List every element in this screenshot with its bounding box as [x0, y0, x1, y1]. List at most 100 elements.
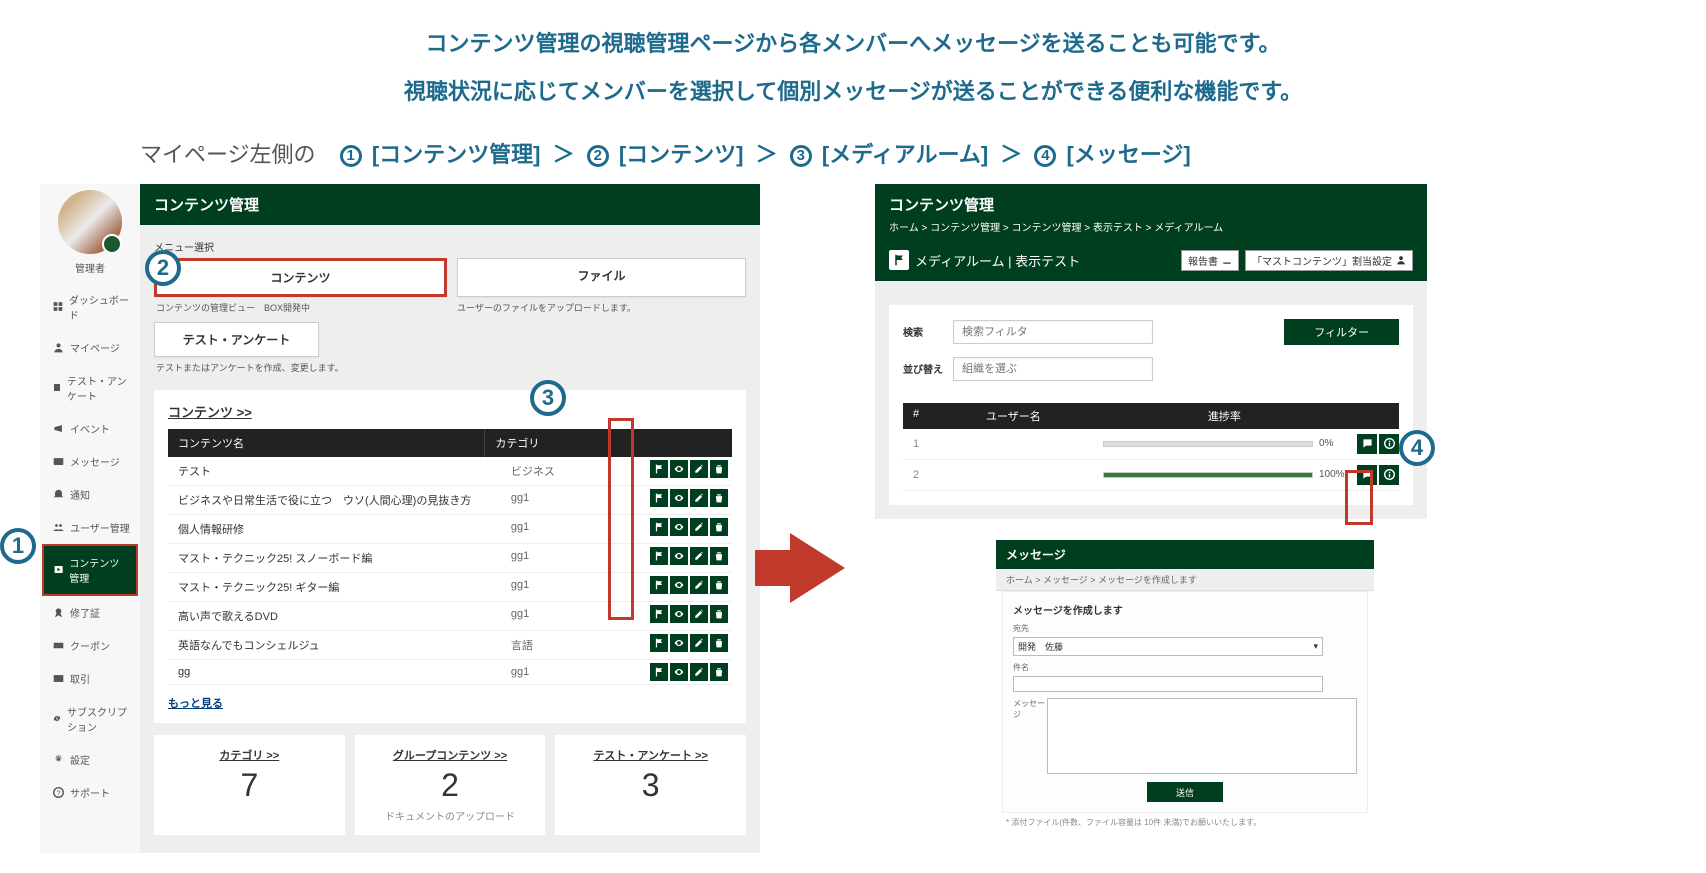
delete-icon[interactable] — [710, 460, 728, 478]
assign-button[interactable]: 「マストコンテンツ」割当設定 — [1245, 250, 1413, 271]
report-button[interactable]: 報告書 — [1181, 250, 1239, 271]
msg-body-textarea[interactable] — [1047, 698, 1357, 774]
menu-file-button[interactable]: ファイル — [457, 258, 746, 297]
info-icon[interactable] — [1379, 465, 1399, 485]
sort-label: 並び替え — [903, 361, 943, 376]
stat-test[interactable]: テスト・アンケート >> 3 — [555, 735, 746, 835]
cell-name[interactable]: gg — [168, 660, 501, 684]
msg-subtitle: メッセージを作成します — [1013, 602, 1357, 617]
view-icon[interactable] — [670, 634, 688, 652]
nav-users[interactable]: ユーザー管理 — [40, 511, 140, 544]
view-icon[interactable] — [670, 605, 688, 623]
table-row: マスト・テクニック25! スノーボード編 gg1 — [168, 544, 732, 573]
message-icon[interactable] — [1357, 465, 1377, 485]
delete-icon[interactable] — [710, 518, 728, 536]
more-link[interactable]: もっと見る — [168, 695, 223, 711]
th-progress: 進捗率 — [1098, 403, 1351, 429]
user-row: 2 100% — [903, 460, 1399, 491]
view-icon[interactable] — [670, 518, 688, 536]
edit-icon[interactable] — [690, 547, 708, 565]
nav-subscription[interactable]: サブスクリプション — [40, 695, 140, 743]
menu-test-button[interactable]: テスト・アンケート — [154, 322, 319, 357]
mediaroom-icon[interactable] — [650, 605, 668, 623]
bc-p3: [メディアルーム] — [822, 142, 988, 167]
nav-cert[interactable]: 修了証 — [40, 596, 140, 629]
view-icon[interactable] — [670, 576, 688, 594]
msg-crumb: ホーム > メッセージ > メッセージを作成します — [996, 569, 1374, 591]
nav-coupon[interactable]: クーポン — [40, 629, 140, 662]
message-icon[interactable] — [1357, 434, 1377, 454]
nav-message[interactable]: メッセージ — [40, 445, 140, 478]
nav-notify[interactable]: 通知 — [40, 478, 140, 511]
edit-icon[interactable] — [690, 576, 708, 594]
cell-name[interactable]: ビジネスや日常生活で役に立つ ウソ(人間心理)の見抜き方 — [168, 486, 501, 514]
search-input[interactable] — [953, 320, 1153, 344]
view-icon[interactable] — [670, 489, 688, 507]
nav-transaction[interactable]: 取引 — [40, 662, 140, 695]
mediaroom-icon[interactable] — [650, 634, 668, 652]
nav-settings[interactable]: 設定 — [40, 743, 140, 776]
bc-p1: [コンテンツ管理] — [372, 142, 541, 167]
menu-contents-button[interactable]: コンテンツ — [154, 258, 447, 297]
progress-pct: 0% — [1319, 438, 1353, 449]
nav-contents[interactable]: コンテンツ管理 — [42, 544, 138, 596]
view-icon[interactable] — [670, 547, 688, 565]
nav-mypage[interactable]: マイページ — [40, 331, 140, 364]
mediaroom-icon[interactable] — [650, 547, 668, 565]
menu-test-cap: テストまたはアンケートを作成、変更します。 — [154, 359, 746, 380]
role-label: 管理者 — [40, 260, 140, 275]
delete-icon[interactable] — [710, 605, 728, 623]
media-room-title: メディアルーム | 表示テスト — [889, 250, 1080, 270]
edit-icon[interactable] — [690, 460, 708, 478]
edit-icon[interactable] — [690, 489, 708, 507]
mediaroom-icon[interactable] — [650, 489, 668, 507]
cell-name[interactable]: 個人情報研修 — [168, 515, 501, 543]
nav-dashboard[interactable]: ダッシュボード — [40, 283, 140, 331]
cell-category: 言語 — [501, 631, 646, 659]
mediaroom-icon[interactable] — [650, 460, 668, 478]
intro-line-1: コンテンツ管理の視聴管理ページから各メンバーへメッセージを送ることも可能です。 — [40, 20, 1666, 68]
menu-file-cap: ユーザーのファイルをアップロードします。 — [455, 299, 746, 320]
filter-button[interactable]: フィルター — [1284, 319, 1399, 345]
cell-name[interactable]: 高い声で歌えるDVD — [168, 602, 501, 630]
table-row: マスト・テクニック25! ギター編 gg1 — [168, 573, 732, 602]
delete-icon[interactable] — [710, 634, 728, 652]
cell-name[interactable]: テスト — [168, 457, 501, 485]
msg-subject-input[interactable] — [1013, 676, 1323, 692]
callout-4: 4 — [1399, 430, 1435, 466]
msg-to-select[interactable]: 開発 佐藤▾ — [1013, 637, 1323, 656]
nav-test[interactable]: テスト・アンケート — [40, 364, 140, 412]
table-row: ビジネスや日常生活で役に立つ ウソ(人間心理)の見抜き方 gg1 — [168, 486, 732, 515]
delete-icon[interactable] — [710, 547, 728, 565]
edit-icon[interactable] — [690, 605, 708, 623]
nav-support[interactable]: ?サポート — [40, 776, 140, 809]
view-icon[interactable] — [670, 663, 688, 681]
cell-name[interactable]: マスト・テクニック25! スノーボード編 — [168, 544, 501, 572]
stat-category[interactable]: カテゴリ >> 7 — [154, 735, 345, 835]
delete-icon[interactable] — [710, 489, 728, 507]
avatar[interactable] — [58, 190, 122, 254]
view-icon[interactable] — [670, 460, 688, 478]
sort-select[interactable] — [953, 357, 1153, 381]
mediaroom-icon[interactable] — [650, 663, 668, 681]
msg-body-label: メッセージ — [1013, 698, 1047, 774]
nav-event[interactable]: イベント — [40, 412, 140, 445]
delete-icon[interactable] — [710, 576, 728, 594]
stat-group[interactable]: グループコンテンツ >> 2 ドキュメントのアップロード — [355, 735, 546, 835]
edit-icon[interactable] — [690, 663, 708, 681]
section-contents-title[interactable]: コンテンツ >> — [168, 402, 732, 421]
search-label: 検索 — [903, 324, 943, 339]
mediaroom-icon[interactable] — [650, 576, 668, 594]
cell-name[interactable]: 英語なんでもコンシェルジュ — [168, 631, 501, 659]
mediaroom-icon[interactable] — [650, 518, 668, 536]
chevron-down-icon: ▾ — [1313, 641, 1318, 652]
circle-1: 1 — [340, 145, 362, 167]
edit-icon[interactable] — [690, 518, 708, 536]
callout-2: 2 — [145, 250, 181, 286]
edit-icon[interactable] — [690, 634, 708, 652]
cell-name[interactable]: マスト・テクニック25! ギター編 — [168, 573, 501, 601]
progress-pct: 100% — [1319, 469, 1353, 480]
info-icon[interactable] — [1379, 434, 1399, 454]
delete-icon[interactable] — [710, 663, 728, 681]
msg-send-button[interactable]: 送信 — [1147, 782, 1223, 802]
